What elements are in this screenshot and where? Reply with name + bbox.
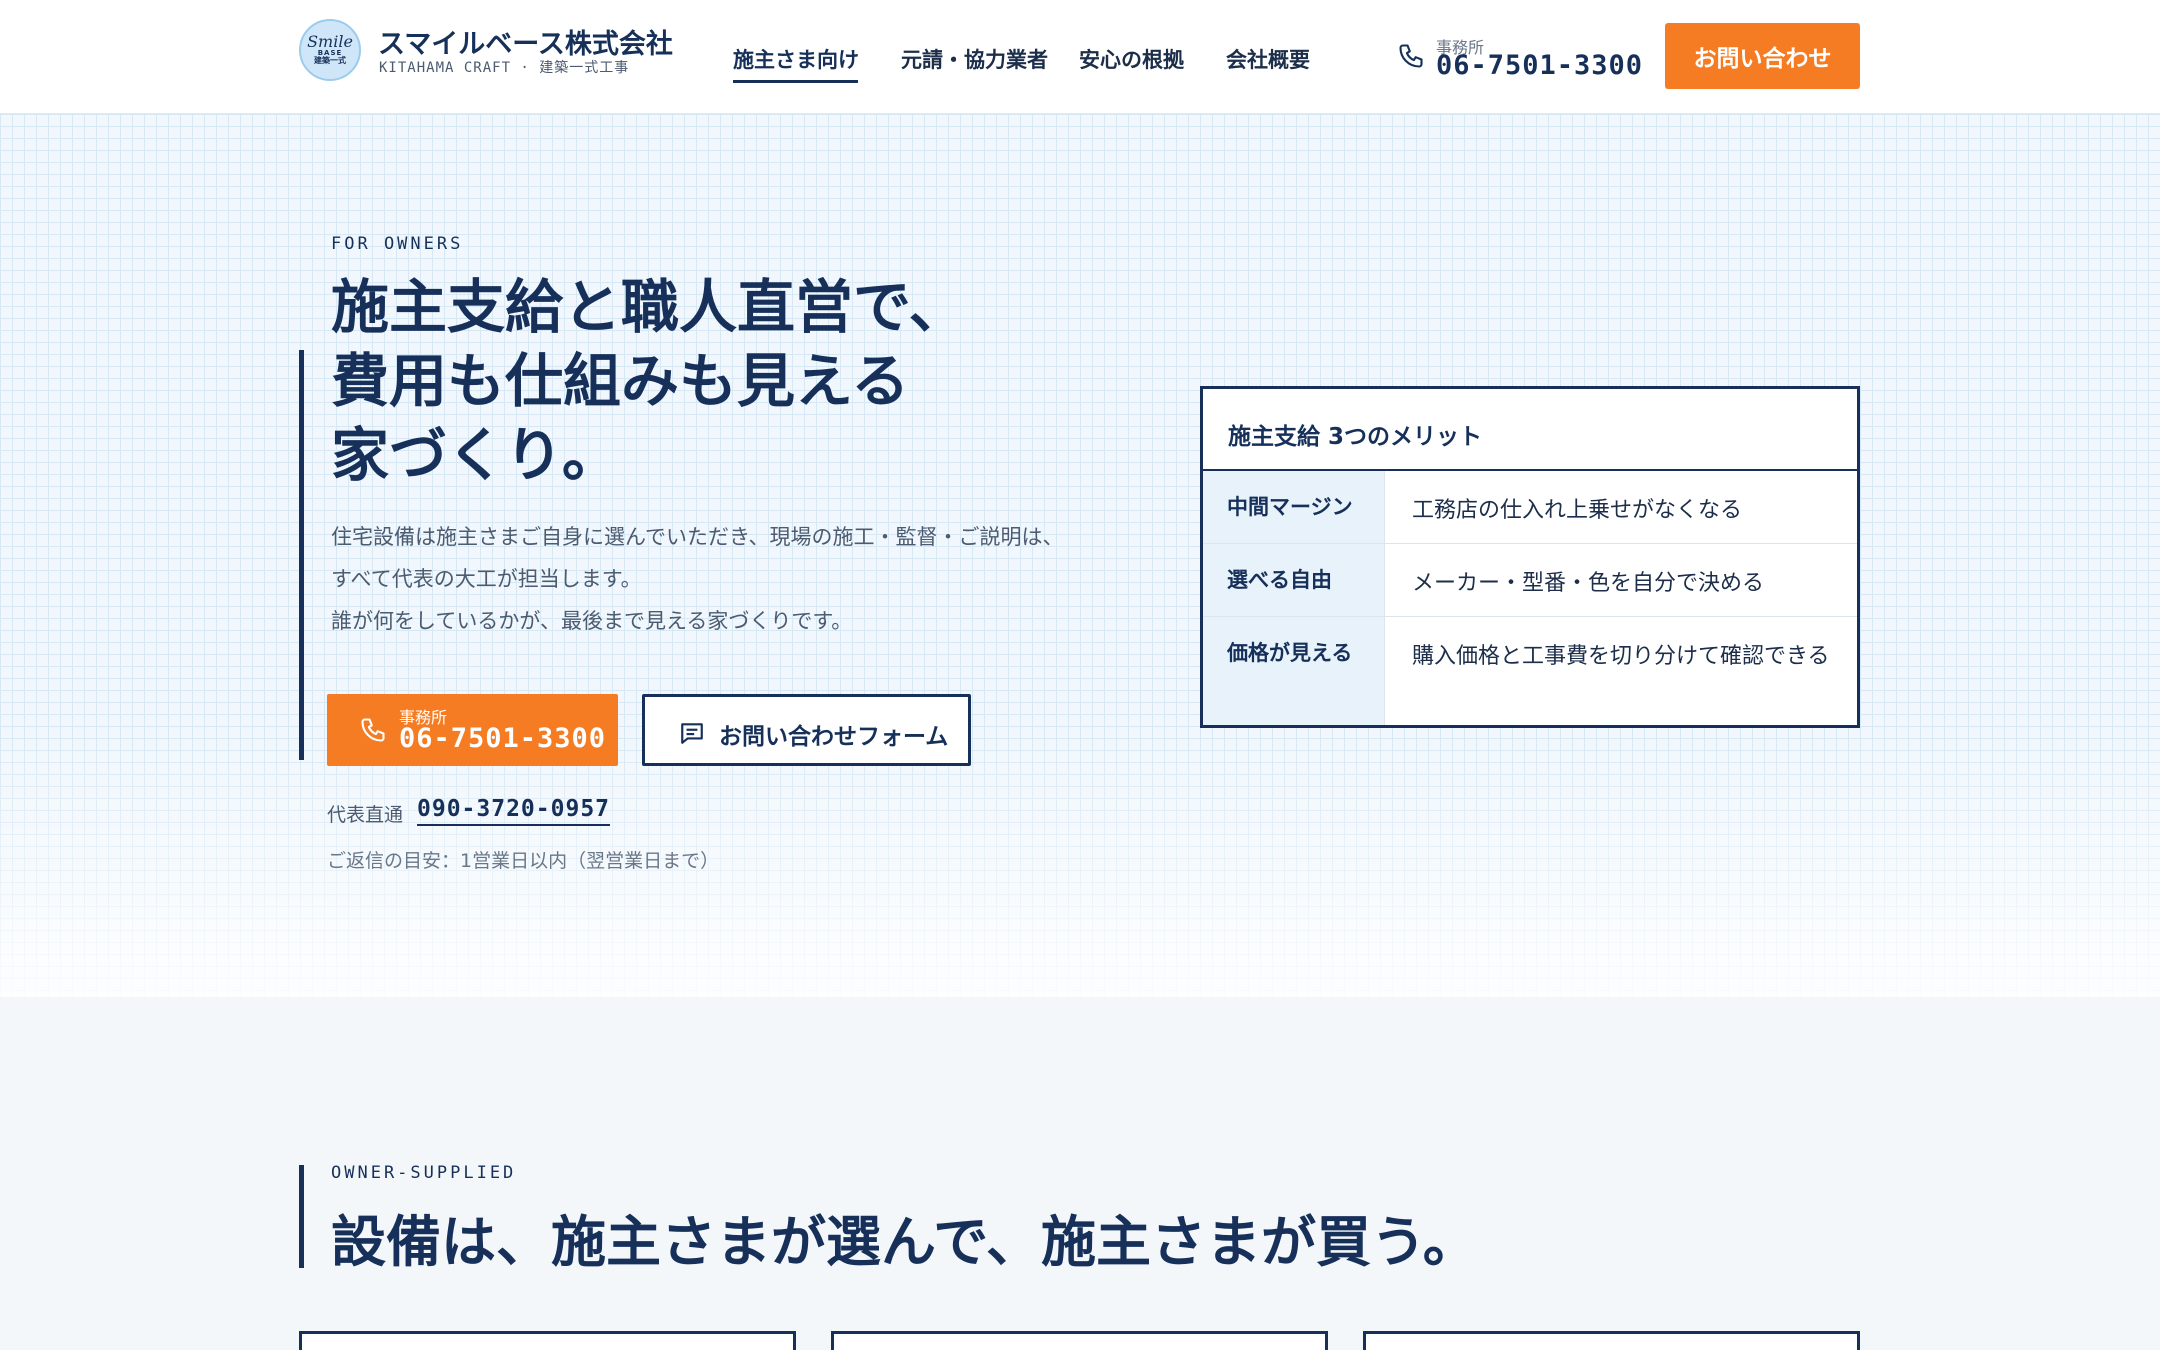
merit-value: メーカー・型番・色を自分で決める — [1412, 571, 1765, 596]
merit-key: 中間マージン — [1203, 471, 1385, 543]
merit-key: 価格が見える — [1203, 617, 1385, 725]
hero-title-line: 費用も仕組みも見える — [331, 347, 910, 415]
site-header: Smile BASE 建築一式 スマイルベース株式会社 KITAHAMA CRA… — [0, 0, 2160, 114]
hero-title-line: 家づくり。 — [331, 421, 620, 489]
hero-accent-bar — [299, 350, 304, 760]
contact-form-button[interactable]: お問い合わせフォーム — [642, 694, 971, 766]
feature-card — [831, 1331, 1328, 1350]
direct-line-number[interactable]: 090-3720-0957 — [417, 796, 611, 826]
chat-icon — [681, 723, 703, 744]
merit-row: 選べる自由 メーカー・型番・色を自分で決める — [1203, 544, 1857, 617]
merit-row: 中間マージン 工務店の仕入れ上乗せがなくなる — [1203, 471, 1857, 544]
hero-phone-number: 06-7501-3300 — [399, 723, 607, 754]
hero-section: FOR OWNERS 施主支給と職人直営で、 費用も仕組みも見える 家づくり。 … — [0, 114, 2160, 997]
section-eyebrow: OWNER-SUPPLIED — [331, 1163, 517, 1183]
hero-eyebrow: FOR OWNERS — [331, 234, 464, 254]
owner-supplied-section: OWNER-SUPPLIED 設備は、施主さまが選んで、施主さまが買う。 — [0, 997, 2160, 1350]
reply-time-note: ご返信の目安：1営業日以内（翌営業日まで） — [327, 850, 720, 872]
hero-title-line: 施主支給と職人直営で、 — [331, 273, 967, 341]
contact-form-label: お問い合わせフォーム — [719, 724, 949, 750]
nav-active-indicator — [733, 80, 858, 83]
hero-description-line: すべて代表の大工が担当します。 — [331, 567, 642, 591]
merit-row: 価格が見える 購入価格と工事費を切り分けて確認できる — [1203, 617, 1857, 725]
feature-card — [1363, 1331, 1860, 1350]
merit-value: 購入価格と工事費を切り分けて確認できる — [1412, 644, 1830, 669]
nav-item-assurance[interactable]: 安心の根拠 — [1079, 44, 1184, 74]
merit-value: 工務店の仕入れ上乗せがなくなる — [1412, 498, 1743, 523]
nav-item-owners[interactable]: 施主さま向け — [733, 44, 859, 74]
feature-card — [299, 1331, 796, 1350]
hero-title: 施主支給と職人直営で、 費用も仕組みも見える 家づくり。 — [331, 270, 967, 492]
company-name[interactable]: スマイルベース株式会社 — [378, 22, 673, 61]
hero-phone-button[interactable]: 事務所 06-7501-3300 — [327, 694, 618, 766]
section-title: 設備は、施主さまが選んで、施主さまが買う。 — [331, 1210, 1478, 1274]
section-accent-bar — [299, 1165, 304, 1268]
header-phone-number[interactable]: 06-7501-3300 — [1436, 50, 1643, 81]
hero-description-line: 住宅設備は施主さまご自身に選んでいただき、現場の施工・監督・ご説明は、 — [331, 525, 1064, 549]
phone-icon — [1399, 44, 1423, 68]
company-subtitle: KITAHAMA CRAFT · 建築一式工事 — [379, 60, 630, 76]
logo-smile-text: Smile — [307, 31, 353, 51]
phone-icon — [361, 718, 385, 742]
merit-key: 選べる自由 — [1203, 544, 1385, 616]
nav-item-contractors[interactable]: 元請・協力業者 — [901, 44, 1048, 74]
nav-item-company[interactable]: 会社概要 — [1226, 44, 1310, 74]
merits-card-title: 施主支給 3つのメリット — [1203, 389, 1857, 471]
hero-description-line: 誰が何をしているかが、最後まで見える家づくりです。 — [331, 609, 853, 633]
logo-kanji-text: 建築一式 — [314, 56, 346, 66]
company-logo[interactable]: Smile BASE 建築一式 — [299, 19, 361, 81]
contact-button[interactable]: お問い合わせ — [1665, 23, 1860, 89]
hero-description: 住宅設備は施主さまご自身に選んでいただき、現場の施工・監督・ご説明は、 すべて代… — [331, 516, 1063, 642]
merits-card: 施主支給 3つのメリット 中間マージン 工務店の仕入れ上乗せがなくなる 選べる自… — [1200, 386, 1860, 728]
direct-line-label: 代表直通 — [327, 804, 404, 826]
